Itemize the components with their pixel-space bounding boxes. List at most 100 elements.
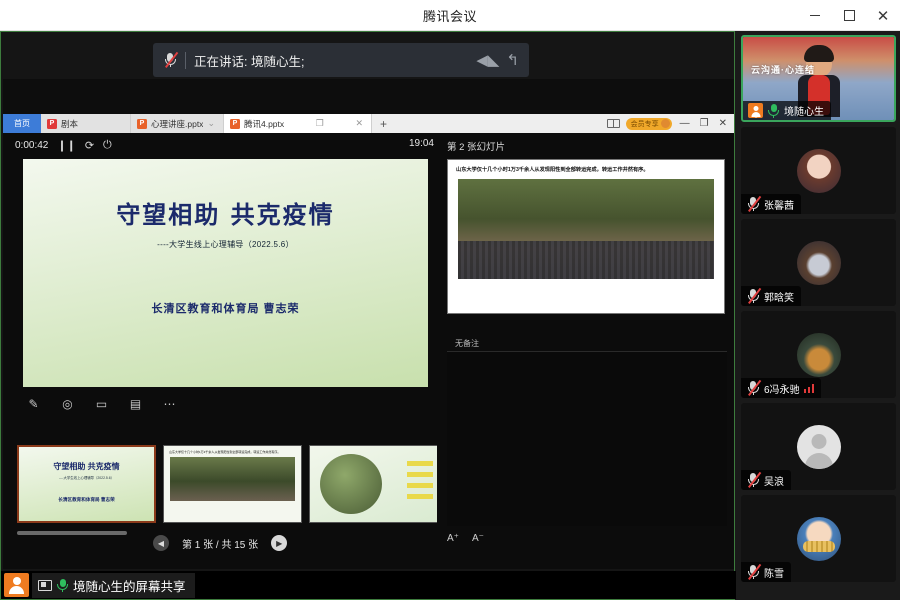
chevron-down-icon[interactable]: ⌄ bbox=[207, 118, 215, 129]
close-tab-icon[interactable]: ✕ bbox=[355, 118, 363, 129]
app-title: 腾讯会议 bbox=[423, 6, 477, 25]
window-controls: ✕ bbox=[798, 0, 900, 31]
pdf-file-icon: P bbox=[47, 119, 57, 129]
presenter-toolbar: 0:00:42 ❙❙ ⟳ ⏻ bbox=[3, 133, 433, 157]
speaker-notes-area[interactable] bbox=[447, 351, 727, 526]
tab-psychology-lecture[interactable]: P 心理讲座.pptx ⌄ bbox=[131, 114, 224, 133]
vip-label: 会员专享 bbox=[631, 119, 659, 129]
office-minimize-button[interactable]: — bbox=[678, 118, 692, 129]
subtitle-icon[interactable]: ▤ bbox=[127, 395, 144, 412]
mic-muted-icon[interactable] bbox=[746, 288, 760, 304]
pen-icon[interactable]: ✎ bbox=[25, 395, 42, 412]
share-status-bar: 境随心生的屏幕共享 bbox=[1, 571, 736, 599]
speaking-banner: 正在讲话: 境随心生; ◀◣ ↰ bbox=[153, 43, 529, 77]
participant-rail[interactable]: 云沟通·心连结 境随心生 张馨茜 bbox=[737, 31, 900, 600]
slide-author: 长清区教育和体育局 曹志荣 bbox=[151, 300, 299, 316]
vip-badge-button[interactable]: 会员专享 bbox=[626, 118, 672, 130]
participant-name-bar: 吴浪 bbox=[741, 470, 791, 490]
slide-thumbnail-2[interactable]: 山东大学仅十几个小时1万3千余人从发现阳性到全部转运完成，转运工作井然有序。 bbox=[163, 445, 302, 523]
weak-signal-icon bbox=[804, 384, 815, 393]
avatar bbox=[797, 425, 841, 469]
share-status-chip[interactable]: 境随心生的屏幕共享 bbox=[32, 573, 195, 598]
slide-pager: ◀ 第 1 张 / 共 15 张 ▶ bbox=[153, 535, 287, 551]
banner-icon-group: ◀◣ ↰ bbox=[476, 51, 519, 69]
avatar bbox=[797, 149, 841, 193]
font-decrease-button[interactable]: A⁻ bbox=[472, 533, 484, 544]
share-status-text: 境随心生的屏幕共享 bbox=[73, 576, 186, 595]
mic-on-icon[interactable] bbox=[56, 578, 69, 593]
note-font-size-controls: A⁺ A⁻ bbox=[447, 533, 484, 544]
undo-arrow-icon[interactable]: ↰ bbox=[506, 51, 519, 69]
participant-name: 吴浪 bbox=[764, 473, 784, 488]
participant-tile[interactable]: 张馨茜 bbox=[741, 127, 896, 214]
camera-icon[interactable]: ▭ bbox=[93, 395, 110, 412]
mic-muted-icon[interactable] bbox=[746, 380, 760, 396]
next-slide-text: 山东大学仅十几个小时1万3千余人从发现阳性到全部转运完成，转运工作井然有序。 bbox=[448, 160, 724, 179]
mic-on-icon[interactable] bbox=[767, 103, 780, 118]
tab-pdf-document[interactable]: P 剧本 bbox=[41, 114, 131, 133]
office-close-button[interactable]: ✕ bbox=[717, 118, 729, 129]
presentation-timer: 0:00:42 bbox=[15, 140, 48, 151]
next-slide-image bbox=[458, 179, 714, 279]
thumbnail-scrollbar[interactable] bbox=[17, 531, 127, 535]
person-orange-icon bbox=[4, 573, 29, 597]
restart-icon[interactable]: ⟳ bbox=[85, 139, 94, 152]
participant-tile[interactable]: 6冯永驰 bbox=[741, 311, 896, 398]
laser-pointer-icon[interactable]: ◎ bbox=[59, 395, 76, 412]
slide-subtitle: ----大学生线上心理辅导（2022.5.6） bbox=[157, 239, 294, 250]
video-caption: 云沟通·心连结 bbox=[751, 63, 815, 76]
tab-tencent4-pptx[interactable]: P 腾讯4.pptx ❐ ✕ bbox=[224, 114, 372, 133]
thumb-image bbox=[170, 457, 295, 501]
previous-slide-button[interactable]: ◀ bbox=[153, 535, 169, 551]
tab-label: 心理讲座.pptx bbox=[151, 118, 203, 130]
pause-icon[interactable]: ❙❙ bbox=[57, 139, 75, 152]
participant-tile-speaking[interactable]: 云沟通·心连结 境随心生 bbox=[741, 35, 896, 122]
mic-muted-icon[interactable] bbox=[746, 472, 760, 488]
maximize-button[interactable] bbox=[832, 0, 866, 31]
system-clock: 19:04 bbox=[409, 138, 434, 149]
mic-muted-icon[interactable] bbox=[746, 196, 760, 212]
restore-tab-icon[interactable]: ❐ bbox=[316, 118, 324, 129]
participant-name-bar: 张馨茜 bbox=[741, 194, 801, 214]
person-orange-icon bbox=[748, 103, 763, 118]
thumb-author: 长清区教育和体育局 曹志荣 bbox=[58, 497, 114, 503]
title-bar: 腾讯会议 ✕ bbox=[0, 0, 900, 31]
mic-muted-icon[interactable] bbox=[163, 52, 177, 68]
participant-tile[interactable]: 吴浪 bbox=[741, 403, 896, 490]
office-tab-strip: 首页 P 剧本 P 心理讲座.pptx ⌄ P 腾讯4.pptx ❐ ✕ bbox=[3, 114, 734, 133]
participant-tile[interactable]: 郭晗笑 bbox=[741, 219, 896, 306]
prev-page-icon[interactable]: ◀◣ bbox=[476, 51, 499, 69]
notes-label: 无备注 bbox=[455, 338, 479, 349]
close-button[interactable]: ✕ bbox=[866, 0, 900, 31]
next-slide-button[interactable]: ▶ bbox=[271, 535, 287, 551]
current-slide-preview[interactable]: 守望相助 共克疫情 ----大学生线上心理辅导（2022.5.6） 长清区教育和… bbox=[23, 159, 428, 387]
ppt-file-icon: P bbox=[137, 119, 147, 129]
mic-muted-icon[interactable] bbox=[746, 564, 760, 580]
office-restore-button[interactable]: ❐ bbox=[698, 118, 711, 129]
split-view-icon[interactable] bbox=[607, 119, 620, 128]
more-options-icon[interactable]: ⋯ bbox=[161, 395, 178, 412]
participant-tile[interactable]: 陈雪 bbox=[741, 495, 896, 582]
participant-name-bar: 境随心生 bbox=[743, 101, 831, 120]
screen-share-icon bbox=[38, 580, 52, 591]
speaking-label: 正在讲话: 境随心生; bbox=[194, 51, 304, 70]
ppt-file-icon: P bbox=[230, 119, 240, 129]
power-icon[interactable]: ⏻ bbox=[103, 139, 112, 152]
next-slide-preview[interactable]: 山东大学仅十几个小时1万3千余人从发现阳性到全部转运完成，转运工作井然有序。 bbox=[447, 159, 725, 314]
minimize-button[interactable] bbox=[798, 0, 832, 31]
participant-name-bar: 郭晗笑 bbox=[741, 286, 801, 306]
thumb-bullets bbox=[407, 461, 433, 499]
new-tab-button[interactable]: + bbox=[372, 114, 395, 133]
avatar bbox=[661, 119, 670, 128]
font-increase-button[interactable]: A⁺ bbox=[447, 533, 459, 544]
slide-counter: 第 1 张 / 共 15 张 bbox=[182, 536, 258, 551]
participant-name: 6冯永驰 bbox=[764, 381, 800, 396]
next-slide-label: 第 2 张幻灯片 bbox=[447, 139, 727, 153]
slide-thumbnail-3[interactable] bbox=[309, 445, 437, 523]
tab-home-button[interactable]: 首页 bbox=[3, 114, 41, 133]
slide-thumbnail-1[interactable]: 守望相助 共克疫情 ----大学生线上心理辅导（2022.5.6） 长清区教育和… bbox=[17, 445, 156, 523]
thumb-image bbox=[320, 454, 382, 514]
avatar bbox=[797, 333, 841, 377]
participant-name: 陈雪 bbox=[764, 565, 784, 580]
office-window-controls: 会员专享 — ❐ ✕ bbox=[607, 114, 734, 133]
